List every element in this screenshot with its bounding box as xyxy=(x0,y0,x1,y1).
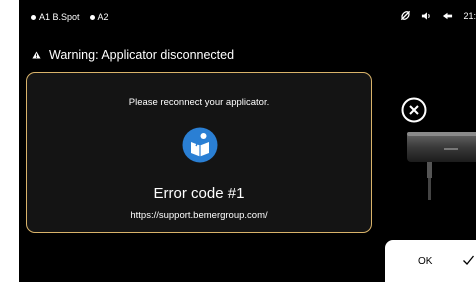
channel-label: A1 B.Spot xyxy=(39,12,80,22)
channel-a1[interactable]: A1 B.Spot xyxy=(31,12,80,22)
channel-label: A2 xyxy=(97,12,109,22)
check-icon xyxy=(462,254,475,269)
error-code: Error code #1 xyxy=(153,185,245,202)
bluetooth-icon xyxy=(442,11,453,21)
warning-text: Warning: Applicator disconnected xyxy=(49,48,235,62)
channel-dot-icon xyxy=(89,14,95,20)
close-circle-icon xyxy=(401,97,427,123)
channel-dot-icon xyxy=(31,14,36,20)
error-panel: Please reconnect your applicator. Error … xyxy=(26,72,372,233)
ok-button[interactable]: OK xyxy=(385,240,476,282)
close-button[interactable] xyxy=(401,97,427,123)
support-link[interactable]: https://support.bemergroup.com/ xyxy=(27,210,371,221)
status-bar-channels: A1 B.Spot A2 xyxy=(31,12,109,22)
status-bar-system: 21: xyxy=(400,10,476,21)
reconnect-message: Please reconnect your applicator. xyxy=(128,97,270,108)
warning-triangle-icon xyxy=(32,51,41,59)
volume-icon[interactable] xyxy=(421,11,432,21)
channel-a2[interactable]: A2 xyxy=(89,12,109,22)
applicator-device-image xyxy=(389,132,476,202)
clock-time: 21: xyxy=(463,10,476,21)
read-manual-icon xyxy=(182,127,218,163)
ok-label: OK xyxy=(418,255,433,267)
warning-banner: Warning: Applicator disconnected xyxy=(32,48,234,62)
link-off-icon xyxy=(400,10,411,21)
device-screen: A1 B.Spot A2 21: Warning: Applicator dis… xyxy=(19,0,476,282)
